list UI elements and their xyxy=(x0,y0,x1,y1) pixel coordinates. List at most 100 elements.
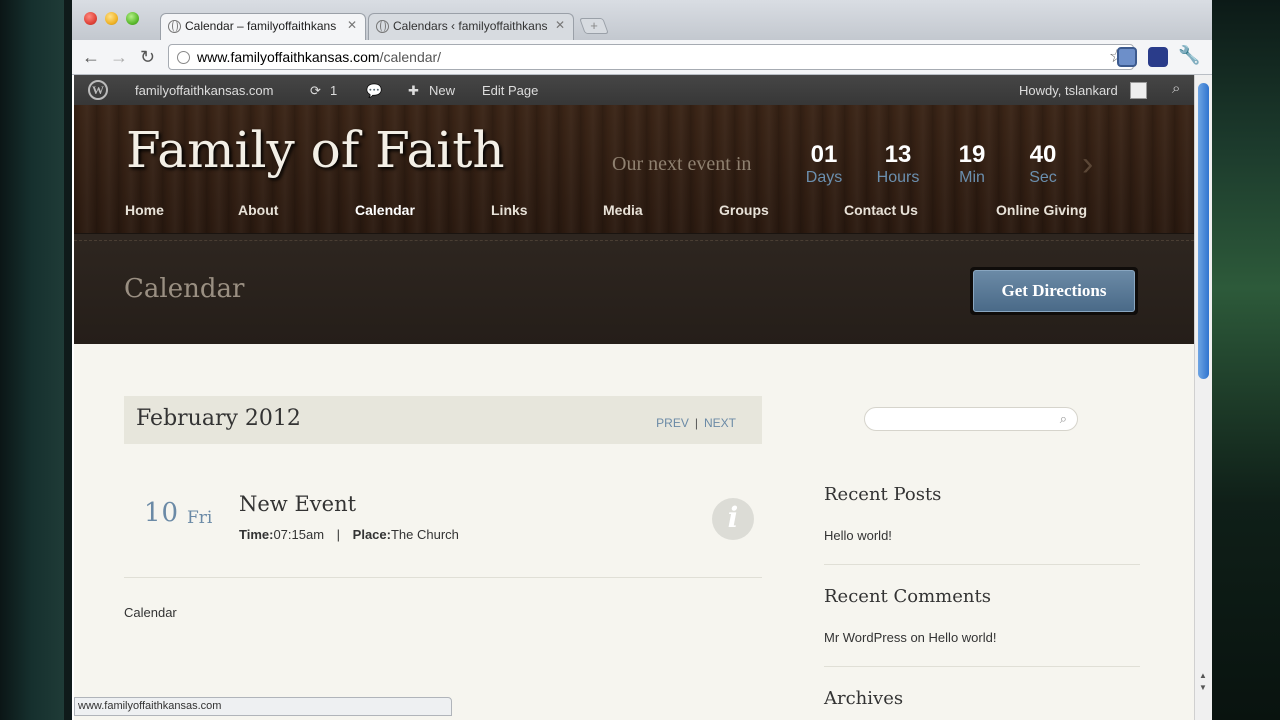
close-tab-icon[interactable]: ✕ xyxy=(555,18,565,32)
edit-page-link[interactable]: Edit Page xyxy=(482,83,538,98)
extension-icon[interactable] xyxy=(1148,47,1168,67)
plus-icon: + xyxy=(590,18,598,33)
nav-about[interactable]: About xyxy=(238,202,278,218)
url-host: www.familyoffaithkansas.com xyxy=(197,49,380,65)
minimize-window-button[interactable] xyxy=(105,12,118,25)
scrollbar-thumb[interactable] xyxy=(1198,83,1209,379)
zoom-window-button[interactable] xyxy=(126,12,139,25)
status-url-bubble: www.familyoffaithkansas.com xyxy=(74,697,452,716)
site-title[interactable]: Family of Faith xyxy=(126,121,505,179)
tab-calendars-admin[interactable]: Calendars ‹ familyoffaithkans ✕ xyxy=(368,13,574,40)
recent-comment: Mr WordPress on Hello world! xyxy=(824,630,996,645)
address-bar[interactable]: www.familyoffaithkansas.com/calendar/ ☆ xyxy=(168,44,1134,70)
search-icon[interactable]: ⌕ xyxy=(1060,411,1067,427)
nav-contact-us[interactable]: Contact Us xyxy=(844,202,918,218)
prev-link[interactable]: PREV xyxy=(656,416,689,430)
globe-icon xyxy=(376,20,389,33)
get-directions-button[interactable]: Get Directions xyxy=(970,267,1138,315)
nav-calendar[interactable]: Calendar xyxy=(355,202,415,218)
nav-links[interactable]: Links xyxy=(491,202,528,218)
new-tab-button[interactable]: + xyxy=(579,18,609,34)
next-link[interactable]: NEXT xyxy=(704,416,736,430)
browser-window: Calendar – familyoffaithkans ✕ Calendars… xyxy=(72,0,1212,720)
nav-online-giving[interactable]: Online Giving xyxy=(996,202,1087,218)
scroll-up-arrow-icon[interactable]: ▲ xyxy=(1199,671,1207,680)
event-day: 10 xyxy=(144,498,180,528)
archives-title: Archives xyxy=(824,688,904,709)
page-title-band: Calendar Get Directions xyxy=(74,233,1194,344)
countdown-value: 01 xyxy=(810,141,838,168)
countdown-unit: Days xyxy=(805,169,843,186)
tab-calendar[interactable]: Calendar – familyoffaithkans ✕ xyxy=(160,13,366,40)
avatar[interactable] xyxy=(1130,82,1147,99)
tab-strip: Calendar – familyoffaithkans ✕ Calendars… xyxy=(72,0,1212,40)
countdown-value: 19 xyxy=(958,141,986,168)
comments-icon[interactable]: 💬 xyxy=(366,83,382,99)
time-label: Time: xyxy=(239,527,274,542)
comment-author-link[interactable]: Mr WordPress xyxy=(824,630,907,645)
desktop-background-left xyxy=(0,0,64,720)
countdown-unit: Hours xyxy=(876,169,920,186)
divider xyxy=(124,577,762,578)
meta-separator: | xyxy=(336,527,341,542)
extension-icon[interactable] xyxy=(1117,47,1137,67)
close-window-button[interactable] xyxy=(84,12,97,25)
pager-separator: | xyxy=(694,416,698,430)
calendar-footer-link[interactable]: Calendar xyxy=(124,605,177,620)
countdown-value: 13 xyxy=(884,141,912,168)
recent-posts-title: Recent Posts xyxy=(824,484,942,505)
countdown-unit: Sec xyxy=(1029,169,1057,186)
divider xyxy=(824,564,1140,565)
recent-post-link[interactable]: Hello world! xyxy=(824,528,892,543)
month-title: February 2012 xyxy=(136,406,301,431)
divider xyxy=(824,666,1140,667)
countdown-unit: Min xyxy=(959,169,985,186)
comment-post-link[interactable]: Hello world! xyxy=(929,630,997,645)
page-title: Calendar xyxy=(124,274,245,304)
countdown-hours: 13 Hours xyxy=(868,141,928,187)
event-time: 07:15am xyxy=(273,527,325,542)
countdown-sec: 40 Sec xyxy=(1013,141,1073,187)
howdy-user[interactable]: Howdy, tslankard xyxy=(1019,83,1118,98)
updates-icon[interactable]: ⟳ xyxy=(310,83,321,99)
calendar-pager: PREV | NEXT xyxy=(656,416,736,430)
tab-label: Calendars ‹ familyoffaithkans xyxy=(393,19,548,33)
close-tab-icon[interactable]: ✕ xyxy=(347,18,357,32)
sidebar-search-input[interactable]: ⌕ xyxy=(864,407,1078,431)
wordpress-logo-icon[interactable]: W xyxy=(88,80,108,100)
admin-new-link[interactable]: New xyxy=(429,83,455,98)
countdown-days: 01 Days xyxy=(794,141,854,187)
back-icon[interactable]: ← xyxy=(82,46,100,68)
globe-icon xyxy=(168,20,181,33)
countdown-min: 19 Min xyxy=(942,141,1002,187)
event-title[interactable]: New Event xyxy=(239,492,356,516)
recent-comments-title: Recent Comments xyxy=(824,586,991,607)
desktop-background-right xyxy=(1212,0,1280,720)
nav-media[interactable]: Media xyxy=(603,202,643,218)
reload-icon[interactable]: ↻ xyxy=(140,46,155,68)
plus-icon: ✚ xyxy=(408,83,419,98)
admin-site-link[interactable]: familyoffaithkansas.com xyxy=(135,83,274,98)
nav-home[interactable]: Home xyxy=(125,202,164,218)
place-label: Place: xyxy=(352,527,391,542)
event-place: The Church xyxy=(390,527,459,542)
forward-icon[interactable]: → xyxy=(110,46,128,68)
nav-groups[interactable]: Groups xyxy=(719,202,769,218)
wrench-menu-icon[interactable]: 🔧 xyxy=(1178,45,1200,66)
site-header: Family of Faith Our next event in 01 Day… xyxy=(74,105,1194,233)
chevron-right-icon[interactable]: › xyxy=(1082,145,1093,184)
tab-label: Calendar – familyoffaithkans xyxy=(185,19,337,33)
updates-count[interactable]: 1 xyxy=(330,83,337,98)
search-icon[interactable]: ⌕ xyxy=(1172,80,1180,97)
get-directions-label: Get Directions xyxy=(973,270,1135,312)
scroll-down-arrow-icon[interactable]: ▼ xyxy=(1199,683,1207,692)
event-meta: Time:07:15am | Place:The Church xyxy=(239,527,459,542)
info-icon[interactable]: i xyxy=(712,498,754,540)
browser-toolbar: ← → ↻ www.familyoffaithkansas.com/calend… xyxy=(72,40,1212,75)
wp-admin-bar: W familyoffaithkansas.com ⟳ 1 💬 ✚ New Ed… xyxy=(74,75,1194,105)
next-event-label: Our next event in xyxy=(612,153,752,175)
calendar-month-bar: February 2012 PREV | NEXT xyxy=(124,396,762,444)
page-scrollbar[interactable]: ▲ ▼ xyxy=(1194,75,1212,720)
main-content: February 2012 PREV | NEXT 10 Fri New Event… xyxy=(74,344,1194,720)
event-weekday: Fri xyxy=(187,508,213,528)
